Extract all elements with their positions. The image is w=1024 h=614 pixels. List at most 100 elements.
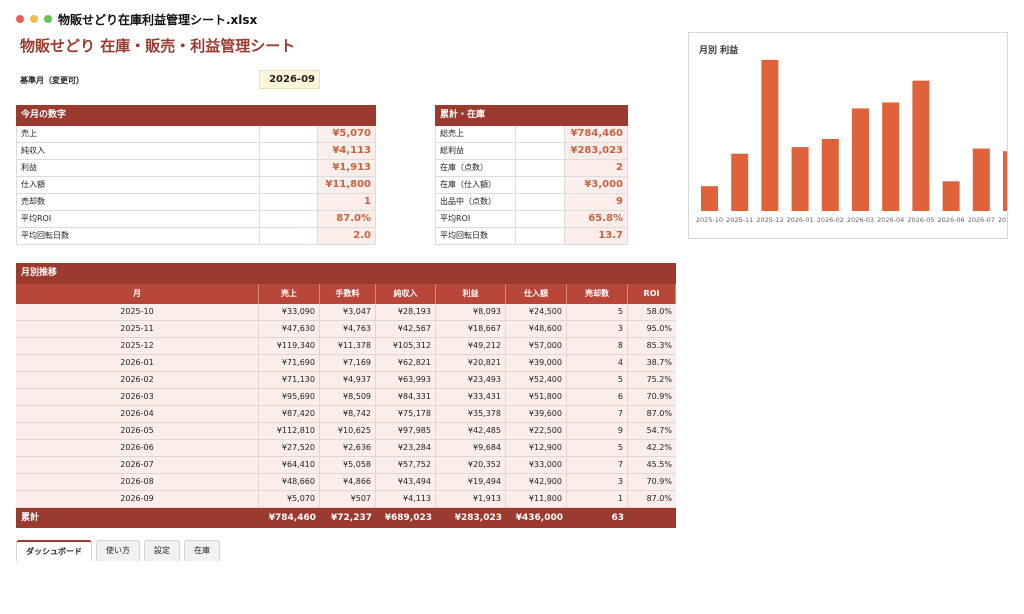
table-cell[interactable]: ¥24,500	[506, 304, 567, 320]
column-header[interactable]: 純収入	[376, 284, 436, 304]
table-cell[interactable]: ¥33,090	[259, 304, 320, 320]
table-cell[interactable]: ¥95,690	[259, 389, 320, 405]
cumulative-cell[interactable]	[516, 211, 565, 227]
cumulative-cell[interactable]	[516, 126, 565, 142]
profit-bar[interactable]	[701, 186, 718, 211]
cumulative-value[interactable]: 2	[565, 160, 627, 176]
total-cell[interactable]: ¥784,460	[259, 508, 320, 528]
table-cell[interactable]: ¥33,431	[436, 389, 506, 405]
total-cell[interactable]	[628, 508, 676, 528]
cumulative-value[interactable]: 9	[565, 194, 627, 210]
table-cell[interactable]: 2025-11	[16, 321, 259, 337]
table-cell[interactable]: ¥9,684	[436, 440, 506, 456]
table-cell[interactable]: ¥64,410	[259, 457, 320, 473]
table-cell[interactable]: 2026-05	[16, 423, 259, 439]
this-month-value[interactable]: ¥11,800	[318, 177, 375, 193]
table-cell[interactable]: 2026-08	[16, 474, 259, 490]
cumulative-value[interactable]: 65.8%	[565, 211, 627, 227]
table-cell[interactable]: ¥1,913	[436, 491, 506, 507]
sheet-tab[interactable]: 使い方	[96, 540, 140, 561]
this-month-cell[interactable]	[260, 211, 318, 227]
table-cell[interactable]: 2025-10	[16, 304, 259, 320]
table-cell[interactable]: 75.2%	[628, 372, 676, 388]
this-month-value[interactable]: 2.0	[318, 228, 375, 244]
table-cell[interactable]: 95.0%	[628, 321, 676, 337]
table-cell[interactable]: 38.7%	[628, 355, 676, 371]
this-month-value[interactable]: 1	[318, 194, 375, 210]
cumulative-cell[interactable]	[516, 228, 565, 244]
profit-bar[interactable]	[791, 147, 809, 211]
this-month-cell[interactable]	[260, 160, 318, 176]
table-cell[interactable]: 85.3%	[628, 338, 676, 354]
column-header[interactable]: 利益	[436, 284, 506, 304]
table-cell[interactable]: ¥8,742	[320, 406, 376, 422]
table-cell[interactable]: ¥28,193	[376, 304, 436, 320]
this-month-value[interactable]: ¥1,913	[318, 160, 375, 176]
table-cell[interactable]: ¥5,058	[320, 457, 376, 473]
this-month-value[interactable]: ¥4,113	[318, 143, 375, 159]
this-month-cell[interactable]	[260, 228, 318, 244]
table-cell[interactable]: ¥4,937	[320, 372, 376, 388]
table-cell[interactable]: ¥75,178	[376, 406, 436, 422]
table-cell[interactable]: ¥42,485	[436, 423, 506, 439]
table-cell[interactable]: ¥4,866	[320, 474, 376, 490]
table-cell[interactable]: ¥42,900	[506, 474, 567, 490]
cumulative-value[interactable]: ¥784,460	[565, 126, 627, 142]
profit-bar[interactable]	[761, 60, 779, 211]
table-cell[interactable]: 9	[567, 423, 628, 439]
table-cell[interactable]: ¥22,500	[506, 423, 567, 439]
table-cell[interactable]: 70.9%	[628, 474, 676, 490]
table-cell[interactable]: ¥20,352	[436, 457, 506, 473]
table-cell[interactable]: ¥97,985	[376, 423, 436, 439]
profit-bar[interactable]	[912, 80, 930, 211]
table-cell[interactable]: ¥84,331	[376, 389, 436, 405]
profit-bar[interactable]	[942, 181, 960, 211]
table-cell[interactable]: ¥63,993	[376, 372, 436, 388]
table-cell[interactable]: 54.7%	[628, 423, 676, 439]
table-cell[interactable]: ¥42,567	[376, 321, 436, 337]
table-cell[interactable]: ¥10,625	[320, 423, 376, 439]
table-cell[interactable]: 5	[567, 440, 628, 456]
column-header[interactable]: 売上	[259, 284, 320, 304]
table-cell[interactable]: ¥8,509	[320, 389, 376, 405]
column-header[interactable]: ROI	[628, 284, 676, 304]
base-month-input[interactable]: 2026-09	[259, 70, 320, 89]
table-cell[interactable]: 87.0%	[628, 406, 676, 422]
table-cell[interactable]: ¥18,667	[436, 321, 506, 337]
total-cell[interactable]: 63	[567, 508, 628, 528]
table-cell[interactable]: 2026-06	[16, 440, 259, 456]
table-cell[interactable]: ¥19,494	[436, 474, 506, 490]
this-month-cell[interactable]	[260, 126, 318, 142]
table-cell[interactable]: 3	[567, 321, 628, 337]
table-cell[interactable]: ¥71,690	[259, 355, 320, 371]
column-header[interactable]: 手数料	[320, 284, 376, 304]
table-cell[interactable]: 2026-04	[16, 406, 259, 422]
cumulative-value[interactable]: ¥3,000	[565, 177, 627, 193]
table-cell[interactable]: ¥49,212	[436, 338, 506, 354]
table-cell[interactable]: ¥39,000	[506, 355, 567, 371]
table-cell[interactable]: ¥47,630	[259, 321, 320, 337]
table-cell[interactable]: ¥4,113	[376, 491, 436, 507]
table-cell[interactable]: ¥11,378	[320, 338, 376, 354]
cumulative-cell[interactable]	[516, 177, 565, 193]
sheet-tab[interactable]: ダッシュボード	[16, 540, 92, 561]
table-cell[interactable]: 4	[567, 355, 628, 371]
this-month-value[interactable]: 87.0%	[318, 211, 375, 227]
table-cell[interactable]: ¥112,810	[259, 423, 320, 439]
cumulative-cell[interactable]	[516, 194, 565, 210]
table-cell[interactable]: ¥20,821	[436, 355, 506, 371]
this-month-cell[interactable]	[260, 194, 318, 210]
sheet-tab[interactable]: 設定	[144, 540, 180, 561]
table-cell[interactable]: 2026-09	[16, 491, 259, 507]
table-cell[interactable]: ¥48,660	[259, 474, 320, 490]
total-cell[interactable]: ¥436,000	[506, 508, 567, 528]
this-month-cell[interactable]	[260, 177, 318, 193]
table-cell[interactable]: ¥71,130	[259, 372, 320, 388]
sheet-tab[interactable]: 在庫	[184, 540, 220, 561]
column-header[interactable]: 月	[16, 284, 259, 304]
table-cell[interactable]: ¥2,636	[320, 440, 376, 456]
table-cell[interactable]: 1	[567, 491, 628, 507]
table-cell[interactable]: 7	[567, 406, 628, 422]
table-cell[interactable]: ¥11,800	[506, 491, 567, 507]
table-cell[interactable]: ¥23,284	[376, 440, 436, 456]
